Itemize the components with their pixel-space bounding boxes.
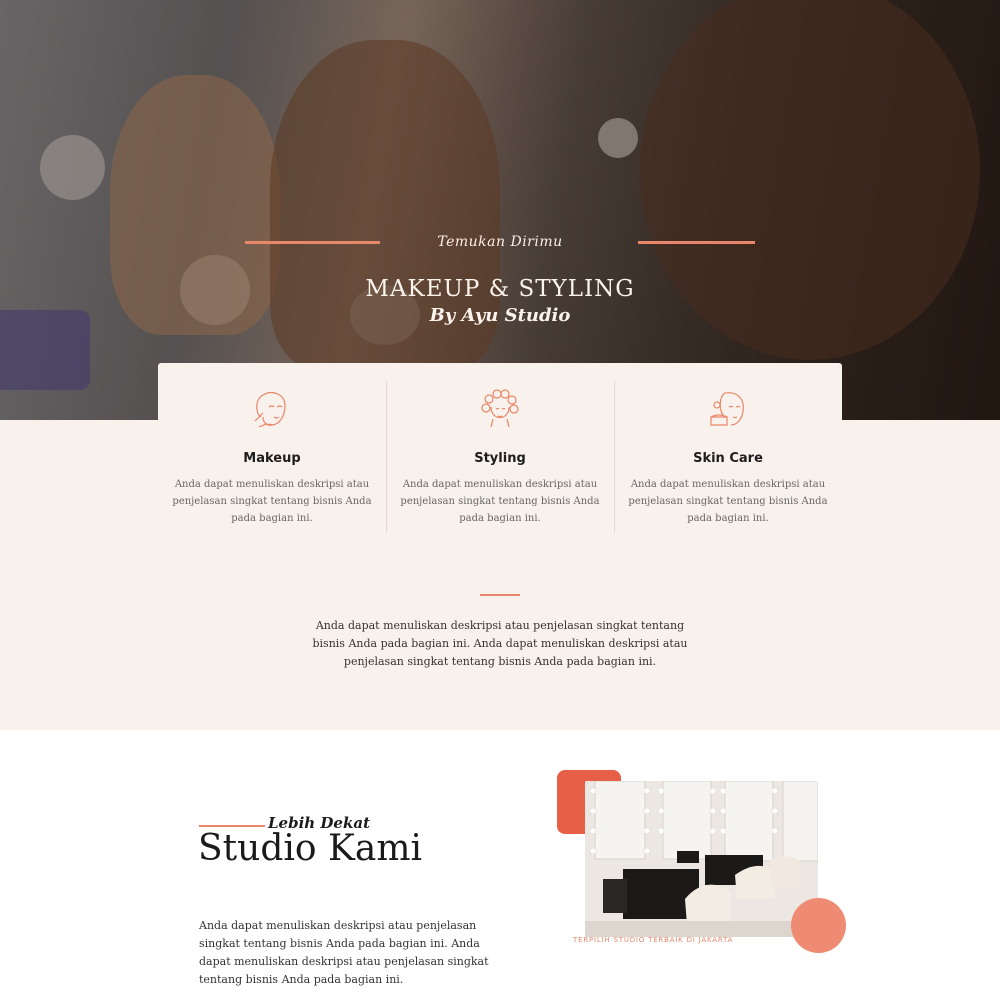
- accent-circle: [791, 898, 846, 953]
- studio-photo: [585, 781, 818, 937]
- skincare-cream-icon: [710, 392, 744, 426]
- about-divider: [199, 825, 265, 827]
- hair-curlers-icon: [481, 389, 519, 428]
- hero-overlay: [0, 0, 1000, 420]
- service-styling: Styling Anda dapat menuliskan deskripsi …: [386, 363, 614, 553]
- hero-section: Temukan Dirimu MAKEUP & STYLING By Ayu S…: [0, 0, 1000, 420]
- face-makeup-icon: [254, 392, 286, 428]
- intro-divider: [480, 594, 520, 596]
- service-title: Skin Care: [693, 451, 763, 466]
- studio-photo-illustration: [585, 781, 818, 937]
- hero-title: MAKEUP & STYLING: [365, 276, 635, 302]
- service-description: Anda dapat menuliskan deskripsi atau pen…: [628, 479, 828, 524]
- service-makeup: Makeup Anda dapat menuliskan deskripsi a…: [158, 363, 386, 553]
- hero-subtitle: By Ayu Studio: [429, 305, 571, 326]
- service-description: Anda dapat menuliskan deskripsi atau pen…: [400, 479, 600, 524]
- hero-tagline: Temukan Dirimu: [437, 234, 563, 250]
- intro-text: Anda dapat menuliskan deskripsi atau pen…: [312, 619, 688, 668]
- photo-caption: TERPILIH STUDIO TERBAIK DI JAKARTA: [573, 936, 734, 944]
- about-text: Anda dapat menuliskan deskripsi atau pen…: [199, 919, 489, 986]
- about-title: Studio Kami: [198, 828, 422, 869]
- service-title: Styling: [474, 451, 526, 466]
- service-skin-care: Skin Care Anda dapat menuliskan deskrips…: [614, 363, 842, 553]
- service-description: Anda dapat menuliskan deskripsi atau pen…: [172, 479, 372, 524]
- services-card: Makeup Anda dapat menuliskan deskripsi a…: [158, 363, 842, 553]
- service-title: Makeup: [243, 451, 301, 466]
